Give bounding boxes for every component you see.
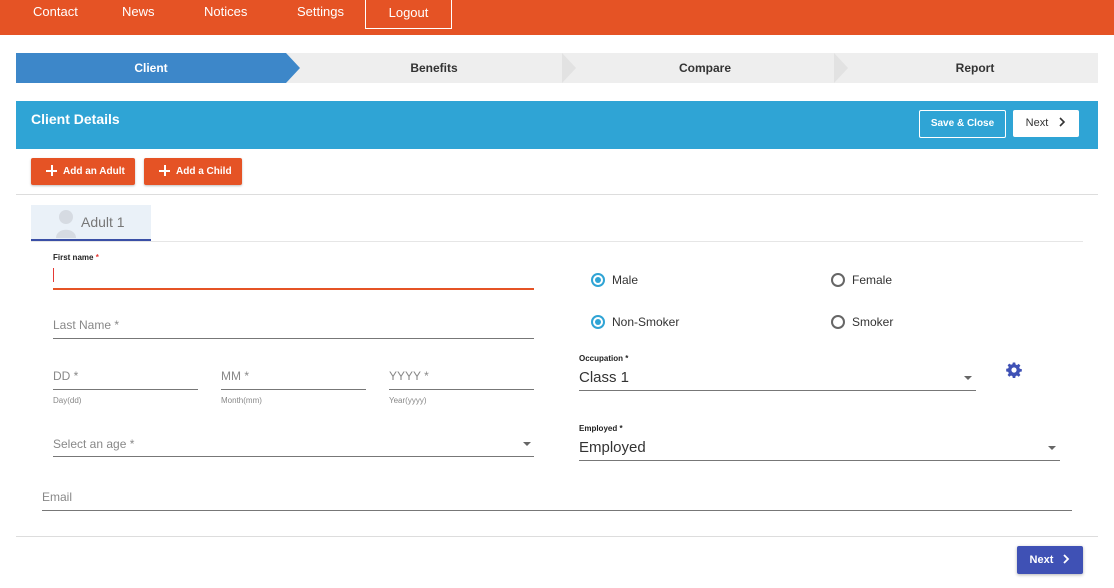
- smoker-radio[interactable]: [831, 315, 845, 329]
- last-name-input[interactable]: Last Name *: [53, 318, 119, 332]
- chevron-right-icon: [1059, 117, 1066, 127]
- dob-day-hint: Day(dd): [53, 396, 82, 405]
- smoker-label: Smoker: [852, 315, 894, 329]
- dob-day-underline: [53, 389, 198, 390]
- email-underline: [42, 510, 1072, 511]
- footer-next-label: Next: [1029, 554, 1054, 566]
- age-underline: [53, 456, 534, 457]
- email-input[interactable]: Email: [42, 490, 72, 504]
- non-smoker-radio[interactable]: [591, 315, 605, 329]
- section-divider: [16, 194, 1098, 195]
- employed-label: Employed *: [579, 424, 623, 433]
- wizard-steps: Client Benefits Compare Report: [16, 53, 1098, 83]
- tab-underline: [31, 241, 1083, 242]
- gear-icon[interactable]: [1006, 362, 1022, 378]
- caret-down-icon[interactable]: [964, 376, 972, 380]
- step-benefits[interactable]: Benefits: [300, 53, 568, 83]
- caret-down-icon[interactable]: [523, 442, 531, 446]
- gender-male-radio[interactable]: [591, 273, 605, 287]
- tab-adult-1[interactable]: Adult 1: [31, 205, 151, 241]
- add-adult-button[interactable]: Add an Adult: [31, 158, 135, 185]
- page-title: Client Details: [31, 111, 120, 127]
- step-report[interactable]: Report: [842, 53, 1108, 83]
- add-child-label: Add a Child: [176, 166, 232, 177]
- step-arrow: [286, 53, 300, 83]
- dob-year-hint: Year(yyyy): [389, 396, 427, 405]
- top-navigation: Contact News Notices Settings Logout: [0, 0, 1114, 35]
- chevron-right-icon: [1063, 554, 1070, 564]
- occupation-underline: [579, 390, 976, 391]
- tab-label: Adult 1: [81, 214, 125, 230]
- plus-icon: [46, 165, 57, 176]
- first-name-underline: [53, 288, 534, 290]
- employed-underline: [579, 460, 1060, 461]
- plus-icon: [159, 165, 170, 176]
- add-child-button[interactable]: Add a Child: [144, 158, 242, 185]
- non-smoker-label: Non-Smoker: [612, 315, 680, 329]
- client-details-header: Client Details Save & Close Next: [16, 101, 1098, 149]
- dob-month-hint: Month(mm): [221, 396, 262, 405]
- first-name-input[interactable]: [53, 264, 534, 289]
- gender-female-radio[interactable]: [831, 273, 845, 287]
- add-adult-label: Add an Adult: [63, 166, 125, 177]
- first-name-label: First name *: [53, 253, 99, 262]
- dob-day-input[interactable]: DD *: [53, 369, 78, 383]
- user-avatar-icon: [56, 210, 76, 238]
- nav-settings[interactable]: Settings: [297, 0, 344, 26]
- gender-male-label: Male: [612, 273, 639, 287]
- step-client[interactable]: Client: [16, 53, 286, 83]
- nav-notices[interactable]: Notices: [204, 0, 247, 26]
- nav-news[interactable]: News: [122, 0, 155, 26]
- dob-year-input[interactable]: YYYY *: [389, 369, 429, 383]
- occupation-select[interactable]: Class 1: [579, 369, 629, 386]
- dob-month-underline: [221, 389, 366, 390]
- dob-month-input[interactable]: MM *: [221, 369, 249, 383]
- footer-divider: [16, 536, 1098, 537]
- step-compare[interactable]: Compare: [572, 53, 838, 83]
- footer-next-button[interactable]: Next: [1017, 546, 1083, 574]
- nav-contact[interactable]: Contact: [33, 0, 78, 26]
- occupation-label: Occupation *: [579, 354, 629, 363]
- first-name-label-text: First name: [53, 253, 94, 262]
- save-close-button[interactable]: Save & Close: [919, 110, 1006, 138]
- required-mark: *: [95, 253, 99, 262]
- employed-select[interactable]: Employed: [579, 439, 646, 456]
- dob-year-underline: [389, 389, 534, 390]
- last-name-underline: [53, 338, 534, 339]
- header-next-button[interactable]: Next: [1013, 110, 1079, 137]
- age-select[interactable]: Select an age *: [53, 437, 134, 451]
- logout-button[interactable]: Logout: [365, 0, 452, 29]
- gender-female-label: Female: [852, 273, 893, 287]
- next-label: Next: [1025, 117, 1049, 129]
- caret-down-icon[interactable]: [1048, 446, 1056, 450]
